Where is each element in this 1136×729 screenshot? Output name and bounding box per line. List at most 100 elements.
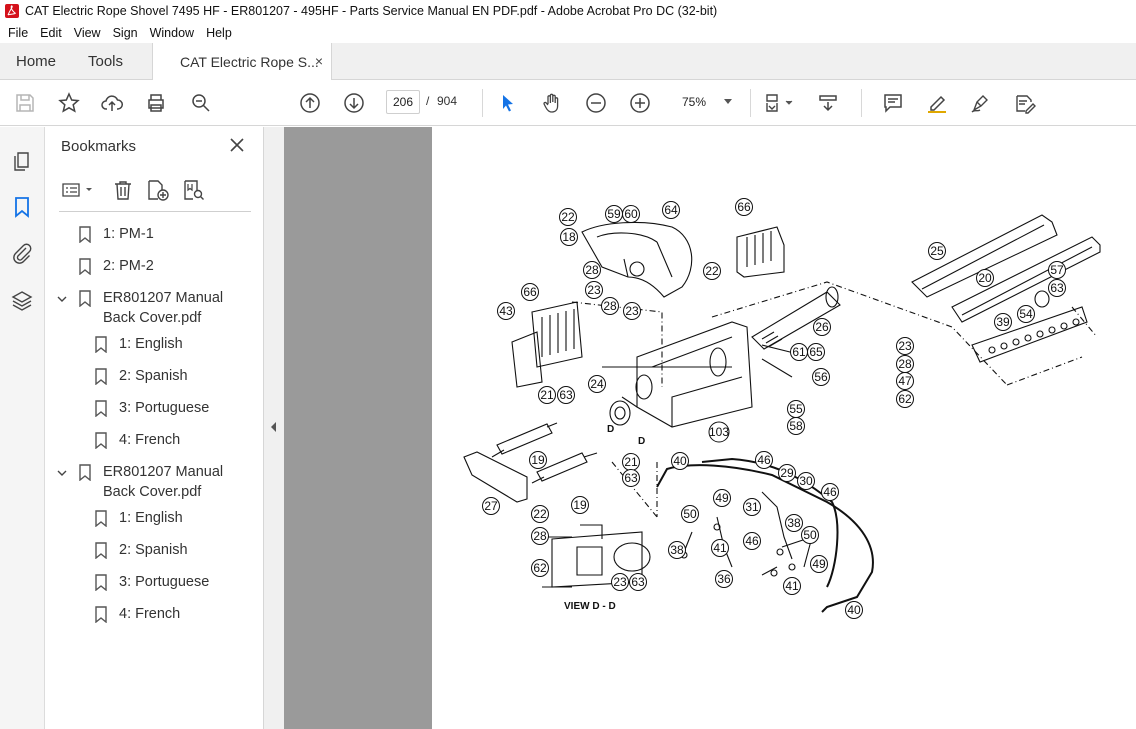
next-page-icon[interactable]	[342, 91, 366, 115]
callout-23: 23	[611, 573, 629, 591]
svg-text:50: 50	[683, 507, 697, 521]
zoom-select[interactable]: 75%	[676, 90, 738, 114]
svg-text:19: 19	[531, 453, 545, 467]
callout-22: 22	[703, 262, 721, 280]
callout-43: 43	[497, 302, 515, 320]
callout-21: 21	[622, 453, 640, 471]
svg-text:49: 49	[715, 491, 729, 505]
bookmark-item[interactable]: 1: English	[95, 508, 183, 528]
menu-file[interactable]: File	[2, 26, 34, 40]
callout-20: 20	[976, 269, 994, 287]
menu-view[interactable]: View	[68, 26, 107, 40]
svg-text:62: 62	[898, 392, 912, 406]
callout-62: 62	[896, 390, 914, 408]
svg-text:27: 27	[484, 499, 498, 513]
menu-sign[interactable]: Sign	[107, 26, 144, 40]
bookmark-item[interactable]: 2: PM-2	[79, 256, 154, 276]
callout-56: 56	[812, 368, 830, 386]
page-fit-icon[interactable]	[762, 91, 796, 115]
bookmark-item[interactable]: 2: Spanish	[95, 540, 188, 560]
svg-text:58: 58	[789, 419, 803, 433]
bookmark-item[interactable]: ER801207 Manual Back Cover.pdf	[79, 462, 259, 502]
callout-23: 23	[585, 281, 603, 299]
chevron-down-icon[interactable]	[57, 468, 67, 478]
tab-tools[interactable]: Tools	[88, 43, 123, 80]
svg-text:38: 38	[787, 516, 801, 530]
svg-text:56: 56	[814, 370, 828, 384]
bookmark-item[interactable]: 4: French	[95, 430, 180, 450]
hand-tool-icon[interactable]	[540, 91, 564, 115]
pdf-page: 22 59 60 64 66 18 28 22 23 28 23 25 20 57 63 66 43 26 61 65…	[432, 127, 1136, 729]
chevron-down-icon[interactable]	[57, 294, 67, 304]
page-thumbnails-icon[interactable]	[10, 149, 34, 173]
previous-page-icon[interactable]	[298, 91, 322, 115]
tab-close-icon[interactable]: ×	[315, 53, 323, 69]
zoom-in-icon[interactable]	[628, 91, 652, 115]
svg-text:18: 18	[562, 230, 576, 244]
bookmark-item[interactable]: 3: Portuguese	[95, 398, 209, 418]
print-icon[interactable]	[144, 91, 168, 115]
callout-40: 40	[671, 452, 689, 470]
callout-19: 19	[571, 496, 589, 514]
bookmark-item[interactable]: ER801207 Manual Back Cover.pdf	[79, 288, 259, 328]
tab-document[interactable]: CAT Electric Rope S... ×	[152, 43, 332, 81]
tab-home[interactable]: Home	[16, 43, 56, 80]
document-viewport[interactable]: 22 59 60 64 66 18 28 22 23 28 23 25 20 57 63 66 43 26 61 65…	[284, 127, 1136, 729]
panel-collapse-handle[interactable]	[264, 127, 284, 729]
layers-icon[interactable]	[10, 289, 34, 313]
zoom-search-icon[interactable]	[189, 91, 213, 115]
bookmark-star-icon[interactable]	[57, 91, 81, 115]
svg-text:26: 26	[815, 320, 829, 334]
callout-49: 49	[810, 555, 828, 573]
bookmark-item[interactable]: 3: Portuguese	[95, 572, 209, 592]
svg-text:28: 28	[603, 299, 617, 313]
svg-text:21: 21	[624, 455, 638, 469]
callout-64: 64	[662, 201, 680, 219]
callout-63: 63	[622, 469, 640, 487]
toolbar	[0, 80, 1136, 126]
bookmark-options-button[interactable]	[61, 177, 97, 203]
callout-50: 50	[801, 526, 819, 544]
attachments-icon[interactable]	[10, 241, 34, 265]
title-bar: CAT Electric Rope Shovel 7495 HF - ER801…	[0, 0, 1136, 22]
svg-text:29: 29	[780, 466, 794, 480]
edit-pdf-icon[interactable]	[1013, 91, 1037, 115]
svg-text:63: 63	[1050, 281, 1064, 295]
bookmarks-toolbar	[45, 177, 264, 209]
svg-text:28: 28	[585, 263, 599, 277]
svg-text:63: 63	[624, 471, 638, 485]
bookmark-item[interactable]: 1: PM-1	[79, 224, 154, 244]
bookmark-label: ER801207 Manual Back Cover.pdf	[103, 464, 224, 500]
bookmark-item[interactable]: 2: Spanish	[95, 366, 188, 386]
svg-text:50: 50	[803, 528, 817, 542]
delete-bookmark-button[interactable]	[112, 177, 134, 203]
svg-text:22: 22	[561, 210, 575, 224]
bookmark-item[interactable]: 1: English	[95, 334, 183, 354]
select-cursor-icon[interactable]	[496, 91, 520, 115]
new-bookmark-button[interactable]	[146, 177, 170, 203]
comment-icon[interactable]	[881, 91, 905, 115]
sign-pen-icon[interactable]	[969, 91, 993, 115]
callout-57: 57	[1048, 261, 1066, 279]
zoom-out-icon[interactable]	[584, 91, 608, 115]
bookmark-label: 4: French	[119, 606, 181, 622]
svg-text:66: 66	[523, 285, 537, 299]
svg-text:66: 66	[737, 200, 751, 214]
bookmark-item[interactable]: 4: French	[95, 604, 180, 624]
scroll-mode-icon[interactable]	[816, 91, 840, 115]
bookmark-icon	[95, 542, 107, 559]
save-icon[interactable]	[13, 91, 37, 115]
bookmark-search-button[interactable]	[182, 177, 206, 203]
highlight-pen-icon[interactable]	[925, 91, 949, 115]
menu-edit[interactable]: Edit	[34, 26, 68, 40]
bookmarks-panel-icon[interactable]	[10, 195, 34, 219]
page-number-input[interactable]: 206	[386, 90, 420, 114]
bookmark-label: 1: English	[119, 336, 183, 352]
menu-help[interactable]: Help	[200, 26, 238, 40]
svg-text:62: 62	[533, 561, 547, 575]
menu-window[interactable]: Window	[144, 26, 200, 40]
close-icon[interactable]	[229, 137, 245, 153]
view-label: VIEW D - D	[564, 601, 616, 612]
upload-cloud-icon[interactable]	[100, 91, 124, 115]
zoom-value: 75%	[682, 95, 707, 109]
